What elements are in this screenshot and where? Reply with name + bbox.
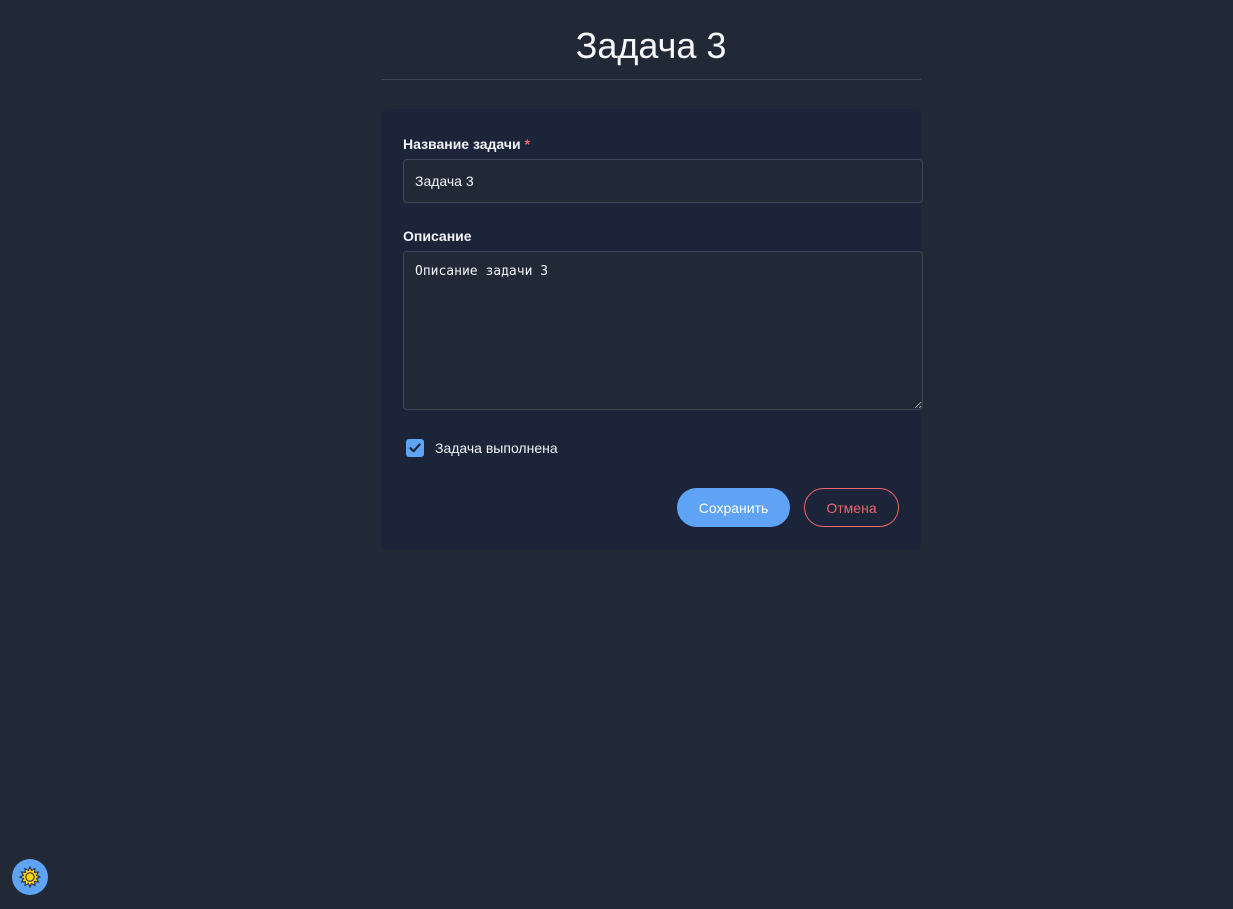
task-form-card: Название задачи* Описание Описание задач…: [381, 109, 923, 550]
page-title: Задача 3: [575, 25, 727, 66]
completed-checkbox[interactable]: [406, 439, 424, 457]
page: Задача 3 Название задачи* Описание Описа…: [0, 0, 1233, 909]
save-button[interactable]: Сохранить: [677, 488, 790, 527]
checkmark-icon: [409, 443, 421, 453]
sun-icon: [19, 866, 41, 888]
theme-toggle-button[interactable]: [12, 859, 48, 895]
task-title-label-text: Название задачи: [403, 136, 521, 152]
description-textarea[interactable]: Описание задачи 3: [403, 251, 923, 410]
task-title-label: Название задачи *: [403, 136, 530, 152]
page-header: Задача 3: [381, 0, 921, 80]
cancel-button[interactable]: Отмена: [804, 488, 899, 527]
required-mark: *: [524, 136, 531, 152]
task-title-input[interactable]: [403, 159, 923, 203]
completed-checkbox-row[interactable]: Задача выполнена: [406, 438, 558, 458]
description-label: Описание: [403, 228, 472, 244]
completed-checkbox-label: Задача выполнена: [435, 440, 558, 456]
